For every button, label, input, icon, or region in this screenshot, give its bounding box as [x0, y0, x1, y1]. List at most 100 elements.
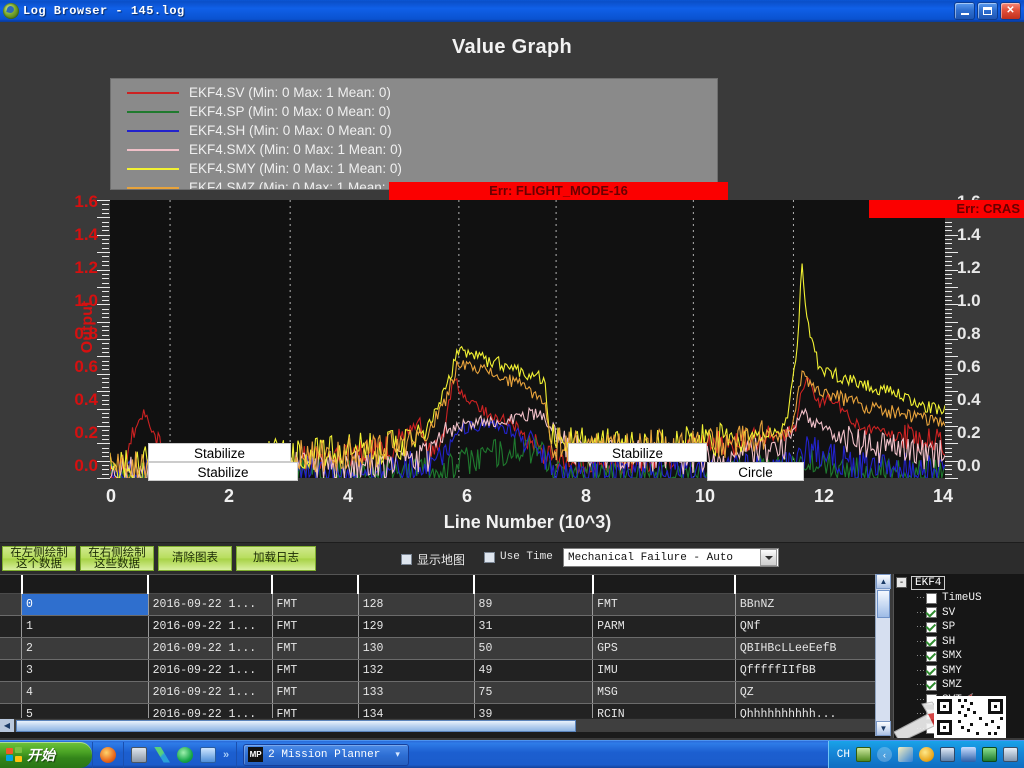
tree-checkbox[interactable] — [926, 621, 937, 633]
legend-color-swatch — [127, 186, 179, 189]
scroll-down-icon[interactable]: ▼ — [876, 721, 891, 736]
hscroll-thumb[interactable] — [16, 719, 576, 732]
col-header-c4[interactable] — [474, 575, 594, 594]
grid-horizontal-scrollbar[interactable]: ◀ — [0, 718, 875, 732]
tray-expand-chevron-icon[interactable]: ‹ — [877, 747, 892, 762]
show-map-checkbox[interactable] — [401, 554, 412, 565]
table-row[interactable]: 4 2016-09-22 1... FMT 133 75 MSG QZ Time… — [0, 681, 890, 704]
task-caret-icon[interactable]: ▾ — [395, 749, 400, 760]
scissors-icon[interactable] — [154, 746, 170, 763]
row-selector[interactable] — [0, 593, 23, 616]
row-selector[interactable] — [0, 637, 23, 660]
legend-color-swatch — [127, 167, 179, 170]
error-banner-flight-mode[interactable]: Err: FLIGHT_MODE-16 — [389, 182, 728, 200]
toolbar: 在左侧绘制 这个数据 在右侧绘制 这些数据 清除图表 加载日志 显示地图 Use… — [0, 542, 1024, 574]
tree-line-icon: ⋯ — [916, 709, 925, 720]
grid-vertical-scrollbar[interactable]: ▲ ▼ — [875, 574, 891, 736]
mode-label-stabilize-3[interactable]: Stabilize — [568, 443, 707, 462]
network-icon[interactable] — [1003, 747, 1018, 762]
collapse-icon[interactable]: - — [896, 577, 907, 588]
tree-item-sh[interactable]: ⋯ SH — [894, 635, 1024, 650]
keyboard-icon[interactable] — [131, 746, 147, 763]
scroll-left-icon[interactable]: ◀ — [0, 719, 14, 732]
scroll-up-icon[interactable]: ▲ — [876, 574, 891, 589]
maximize-button[interactable] — [977, 2, 998, 20]
ime-indicator[interactable]: CH — [837, 749, 850, 761]
col-header-c6[interactable] — [735, 575, 880, 594]
mode-label-stabilize-1[interactable]: Stabilize — [148, 443, 291, 462]
tree-checkbox[interactable] — [926, 592, 937, 604]
field-tree-panel[interactable]: - EKF4 ⋯ TimeUS ⋯ SV ⋯ SP ⋯ SH ⋯ SMX ⋯ S… — [893, 574, 1024, 738]
plus-icon[interactable] — [919, 747, 934, 762]
speaker-icon[interactable] — [961, 747, 976, 762]
window-icon[interactable] — [200, 746, 216, 763]
tree-item-of[interactable]: ⋯ OF — [894, 707, 1024, 722]
chart-icon[interactable] — [982, 747, 997, 762]
mode-label-stabilize-2[interactable]: Stabilize — [148, 462, 298, 481]
usb-icon[interactable] — [856, 747, 871, 762]
cell-c6: QNf — [735, 615, 879, 638]
browser-icon[interactable] — [177, 746, 193, 763]
plot-left-button[interactable]: 在左侧绘制 这个数据 — [2, 546, 76, 571]
tree-root-node[interactable]: - EKF4 — [894, 574, 1024, 591]
plot-right-button[interactable]: 在右侧绘制 这些数据 — [80, 546, 154, 571]
tree-checkbox[interactable] — [926, 723, 937, 735]
tree-checkbox[interactable] — [926, 708, 937, 720]
tree-item-label: SMX — [942, 650, 962, 663]
col-header-c3[interactable] — [358, 575, 476, 594]
table-row[interactable]: 0 2016-09-22 1... FMT 128 89 FMT BBnNZ T… — [0, 593, 890, 616]
load-log-button[interactable]: 加载日志 — [236, 546, 316, 571]
minimize-button[interactable] — [954, 2, 975, 20]
clear-chart-button[interactable]: 清除图表 — [158, 546, 232, 571]
row-selector[interactable] — [0, 615, 23, 638]
monitor-icon[interactable] — [940, 747, 955, 762]
start-button[interactable]: 开始 — [0, 741, 92, 768]
table-row[interactable]: 3 2016-09-22 1... FMT 132 49 IMU QfffffI… — [0, 659, 890, 682]
task-button-label: 2 Mission Planner — [268, 748, 381, 761]
col-header-c5[interactable] — [592, 575, 737, 594]
mode-label-circle[interactable]: Circle — [707, 462, 804, 481]
use-time-checkbox-group[interactable]: Use Time — [484, 551, 553, 563]
mission-planner-icon: MP — [248, 747, 264, 762]
close-button[interactable]: ✕ — [1000, 2, 1021, 20]
tree-item-sv[interactable]: ⋯ SV — [894, 606, 1024, 621]
row-selector[interactable] — [0, 681, 23, 704]
col-header-select[interactable] — [0, 575, 23, 594]
vscroll-thumb[interactable] — [877, 590, 890, 618]
tree-checkbox[interactable] — [926, 636, 937, 648]
left-tick-marks — [96, 200, 110, 479]
cell-type: FMT — [272, 615, 359, 638]
tree-item-timeus[interactable]: ⋯ TimeUS — [894, 591, 1024, 606]
col-header-type[interactable] — [272, 575, 360, 594]
tree-item-sp[interactable]: ⋯ SP — [894, 620, 1024, 635]
failure-mode-dropdown[interactable]: Mechanical Failure - Auto — [563, 548, 779, 567]
show-map-checkbox-group[interactable]: 显示地图 — [401, 551, 465, 568]
tree-checkbox[interactable] — [926, 607, 937, 619]
tree-item-smy[interactable]: ⋯ SMY — [894, 664, 1024, 679]
use-time-checkbox[interactable] — [484, 551, 495, 563]
log-data-grid[interactable]: 0 2016-09-22 1... FMT 128 89 FMT BBnNZ T… — [0, 574, 890, 738]
col-header-index[interactable] — [21, 575, 150, 594]
tree-checkbox[interactable] — [926, 679, 937, 691]
tree-item-er[interactable]: ⋯ ER — [894, 722, 1024, 737]
tree-checkbox[interactable] — [926, 650, 937, 662]
tree-checkbox[interactable] — [926, 665, 937, 677]
y-tick-right: 1.2 — [957, 258, 981, 277]
row-selector[interactable] — [0, 659, 23, 682]
table-row[interactable]: 2 2016-09-22 1... FMT 130 50 GPS QBIHBcL… — [0, 637, 890, 660]
tree-item-smz[interactable]: ⋯ SMZ — [894, 678, 1024, 693]
overflow-chevron-icon[interactable]: » — [223, 749, 229, 761]
start-label: 开始 — [27, 746, 55, 763]
media-icon[interactable] — [100, 746, 116, 763]
tree-item-rs[interactable]: ⋯ RS — [894, 736, 1024, 738]
error-banner-crash[interactable]: Err: CRAS — [869, 200, 1024, 218]
chevron-down-icon[interactable] — [760, 549, 777, 566]
task-button-mission-planner[interactable]: MP 2 Mission Planner ▾ — [243, 743, 409, 766]
pen-icon[interactable] — [898, 747, 913, 762]
tree-item-svt[interactable]: ⋯ SVT — [894, 693, 1024, 708]
tree-item-smx[interactable]: ⋯ SMX — [894, 649, 1024, 664]
plot-canvas[interactable] — [110, 200, 945, 478]
tree-checkbox[interactable] — [926, 694, 937, 706]
col-header-time[interactable] — [148, 575, 274, 594]
table-row[interactable]: 1 2016-09-22 1... FMT 129 31 PARM QNf Ti… — [0, 615, 890, 638]
